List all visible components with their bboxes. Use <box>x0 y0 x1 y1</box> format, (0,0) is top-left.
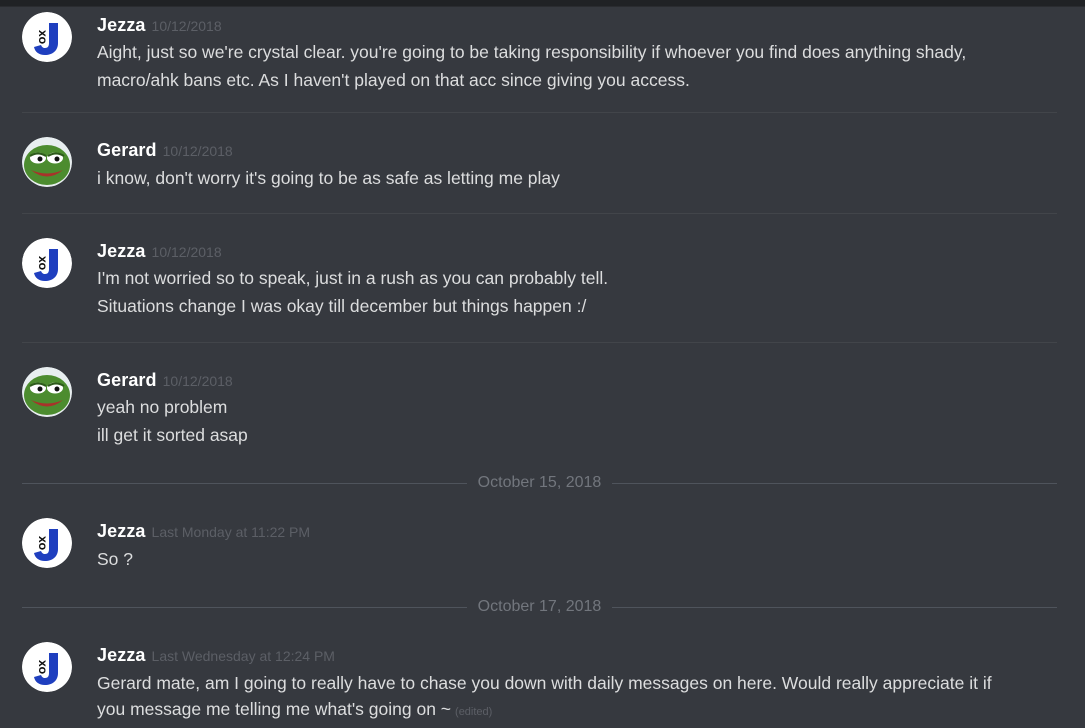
message-text-with-edit: you message me telling me what's going o… <box>97 699 492 720</box>
username[interactable]: Jezza <box>97 521 146 541</box>
message-text: Situations change I was okay till decemb… <box>97 296 587 316</box>
date-divider-rule <box>22 607 467 608</box>
top-border <box>0 0 1085 7</box>
svg-text:XO: XO <box>36 30 46 45</box>
jezza-avatar[interactable]: XO <box>22 12 72 62</box>
jezza-avatar[interactable]: XO <box>22 238 72 288</box>
message-text: ill get it sorted asap <box>97 425 248 445</box>
svg-text:XO: XO <box>36 660 46 675</box>
date-divider: October 17, 2018 <box>22 598 1057 618</box>
message-text: So ? <box>97 549 133 569</box>
message-divider <box>22 342 1057 343</box>
message-group: Gerard 10/12/2018 i know, don't worry it'… <box>22 137 1057 197</box>
date-divider: October 15, 2018 <box>22 474 1057 494</box>
message-text: macro/ahk bans etc. As I haven't played … <box>97 70 690 90</box>
timestamp: 10/12/2018 <box>162 143 233 159</box>
message-text: i know, don't worry it's going to be as … <box>97 168 560 188</box>
username[interactable]: Jezza <box>97 645 146 665</box>
date-divider-label: October 17, 2018 <box>477 598 602 615</box>
timestamp: Last Monday at 11:22 PM <box>151 524 311 540</box>
message-divider <box>22 213 1057 214</box>
username[interactable]: Gerard <box>97 140 157 160</box>
username[interactable]: Jezza <box>97 15 146 35</box>
message-group: XO Jezza Last Wednesday at 12:24 PM Gerar… <box>22 642 1057 728</box>
message-group: Gerard 10/12/2018 yeah no problem ill get… <box>22 367 1057 457</box>
username[interactable]: Jezza <box>97 241 146 261</box>
message-header: Jezza 10/12/2018 <box>97 15 222 36</box>
svg-text:XO: XO <box>36 256 46 271</box>
username[interactable]: Gerard <box>97 370 157 390</box>
jezza-avatar[interactable]: XO <box>22 642 72 692</box>
message-text: you message me telling me what's going o… <box>97 699 452 719</box>
gerard-avatar[interactable] <box>22 137 72 187</box>
message-header: Jezza Last Wednesday at 12:24 PM <box>97 645 335 666</box>
date-divider-rule <box>612 483 1057 484</box>
message-header: Jezza Last Monday at 11:22 PM <box>97 521 310 542</box>
gerard-avatar[interactable] <box>22 367 72 417</box>
jezza-avatar[interactable]: XO <box>22 518 72 568</box>
timestamp: Last Wednesday at 12:24 PM <box>151 648 335 664</box>
message-text: yeah no problem <box>97 397 228 417</box>
message-header: Jezza 10/12/2018 <box>97 241 222 262</box>
message-text: Gerard mate, am I going to really have t… <box>97 673 992 693</box>
edited-indicator: (edited) <box>455 706 493 718</box>
message-header: Gerard 10/12/2018 <box>97 140 233 161</box>
message-text: Aight, just so we're crystal clear. you'… <box>97 42 967 62</box>
message-group: XO Jezza Last Monday at 11:22 PM So ? <box>22 518 1057 578</box>
chat-messages[interactable]: XO Jezza 10/12/2018 Aight, just so we're … <box>0 7 1085 728</box>
message-group: XO Jezza 10/12/2018 I'm not worried so to… <box>22 238 1057 328</box>
message-divider <box>22 112 1057 113</box>
timestamp: 10/12/2018 <box>162 373 233 389</box>
message-header: Gerard 10/12/2018 <box>97 370 233 391</box>
timestamp: 10/12/2018 <box>151 18 222 34</box>
message-text: I'm not worried so to speak, just in a r… <box>97 268 609 288</box>
timestamp: 10/12/2018 <box>151 244 222 260</box>
date-divider-rule <box>612 607 1057 608</box>
date-divider-label: October 15, 2018 <box>477 474 602 491</box>
message-group: XO Jezza 10/12/2018 Aight, just so we're … <box>22 12 1057 102</box>
date-divider-rule <box>22 483 467 484</box>
svg-text:XO: XO <box>36 536 46 551</box>
